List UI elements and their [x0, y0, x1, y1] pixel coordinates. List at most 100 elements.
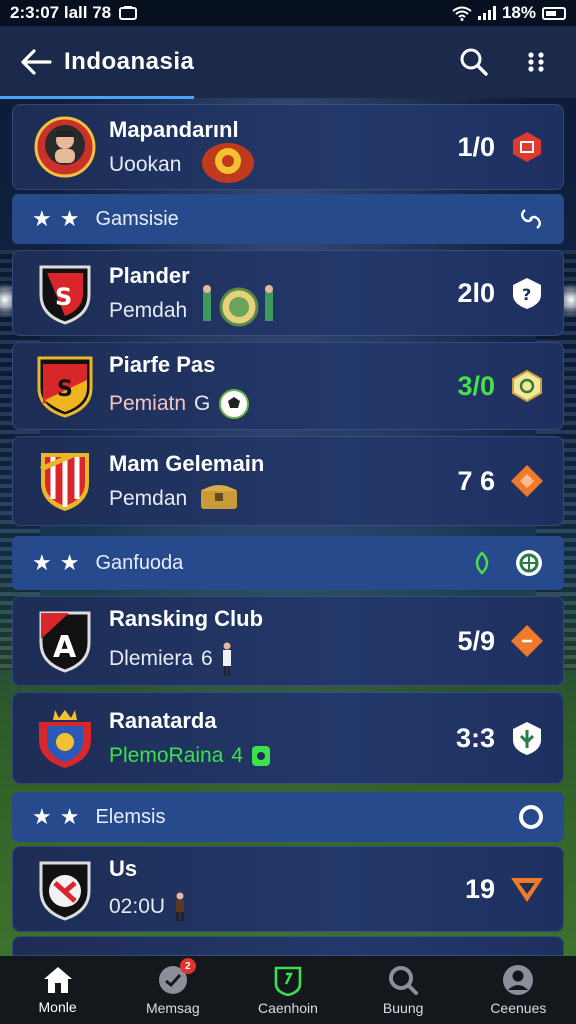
- nav-messages-label: Memsag: [145, 1000, 200, 1016]
- treasure-chest-icon: [201, 485, 237, 509]
- status-badge: [509, 368, 545, 404]
- team-score: 5/9: [457, 625, 495, 656]
- status-bar: 2:3:07 lall 78 18%: [0, 0, 576, 26]
- svg-text:S: S: [55, 283, 72, 311]
- nav-home-label: Monle: [38, 999, 77, 1015]
- team-league: Pemdah: [109, 299, 188, 322]
- svg-text:A: A: [53, 630, 77, 665]
- team-name: Mam Gelemain: [109, 451, 265, 476]
- more-options-button[interactable]: [516, 42, 556, 82]
- shield-icon: [274, 966, 302, 996]
- battery-icon: [542, 6, 566, 20]
- team-league: Pemdan: [109, 487, 188, 510]
- team-league: Uookan: [109, 153, 182, 176]
- team-score: 3/0: [457, 370, 495, 401]
- signal-icon: [477, 6, 496, 20]
- soccer-ball-icon: [219, 389, 250, 419]
- section-label: Elemsis: [95, 805, 166, 828]
- team-row[interactable]: Ranatarda PlemoRaina 4 3:3: [12, 692, 564, 784]
- status-badge: [509, 463, 545, 499]
- profile-icon: [503, 965, 534, 995]
- team-name: Ransking Club: [109, 606, 264, 631]
- team-league: Dlemiera: [109, 647, 194, 670]
- team-score: 7 6: [457, 465, 495, 496]
- team-row[interactable]: Mapandarınl Uookan 1/0: [12, 104, 564, 190]
- team-row[interactable]: A Ransking Club Dlemiera 6 5/9: [12, 596, 564, 686]
- star-icon: ★★: [32, 804, 88, 829]
- players-emblem-icon: [203, 285, 273, 327]
- search-button[interactable]: [454, 42, 494, 82]
- team-crest-icon: [39, 452, 89, 511]
- nav-home[interactable]: Monle: [3, 965, 113, 1015]
- app-header: Indoanasia: [0, 26, 576, 98]
- triangle-down-icon: [511, 878, 543, 902]
- team-league-extra: 6: [201, 647, 213, 670]
- leaf-icon: [475, 551, 489, 575]
- section-header[interactable]: ★★ Ganfuoda: [12, 536, 564, 590]
- wifi-icon: [452, 6, 472, 21]
- nav-matches[interactable]: Caenhoin: [233, 964, 343, 1016]
- team-crest-icon: A: [39, 611, 91, 673]
- team-name: Ranatarda: [109, 708, 217, 733]
- team-crest-icon: S: [39, 265, 91, 325]
- team-league: 02:0U: [109, 895, 166, 918]
- search-icon: [389, 966, 419, 995]
- nav-matches-label: Caenhoin: [258, 1000, 318, 1016]
- nav-profile-label: Ceenues: [490, 1000, 547, 1016]
- hexagon-red-icon: [513, 132, 541, 162]
- nav-messages[interactable]: 2 Memsag: [118, 958, 228, 1016]
- svg-text:S: S: [57, 377, 73, 402]
- link-icon: [521, 209, 541, 229]
- status-badge: [509, 623, 545, 659]
- page-title: Indoanasia: [64, 48, 195, 75]
- camera-icon: [252, 746, 271, 766]
- trophy-emblem-icon: [202, 143, 254, 183]
- floodlight-right: [562, 280, 576, 320]
- circle-icon: [519, 805, 543, 829]
- star-icon: ★★: [32, 206, 88, 231]
- team-crest-icon: [34, 116, 96, 178]
- shield-clover-icon: [513, 722, 541, 755]
- back-button[interactable]: [16, 42, 56, 82]
- team-row[interactable]: S Plander Pemdah 2l0 ?: [12, 250, 564, 336]
- star-icon: ★★: [32, 550, 88, 575]
- team-row-partial[interactable]: [12, 936, 564, 956]
- team-league: PlemoRaina: [109, 744, 224, 767]
- battery-percent: 18%: [501, 3, 536, 22]
- team-name: Piarfe Pas: [109, 352, 216, 377]
- section-header[interactable]: ★★ Gamsisie: [12, 194, 564, 244]
- nav-search[interactable]: Buung: [348, 964, 458, 1016]
- nav-profile[interactable]: Ceenues: [463, 964, 573, 1016]
- team-score: 2l0: [457, 277, 495, 308]
- arrow-left-icon: [21, 49, 52, 75]
- section-header[interactable]: ★★ Elemsis: [12, 792, 564, 842]
- search-icon: [460, 48, 488, 76]
- status-badge: ?: [509, 275, 545, 311]
- notification-badge: 2: [179, 958, 196, 974]
- home-icon: [43, 967, 72, 993]
- status-badge: [509, 720, 545, 756]
- team-row[interactable]: Mam Gelemain Pemdan 7 6: [12, 436, 564, 526]
- team-name: Mapandarınl: [109, 117, 239, 142]
- team-crest-icon: [39, 710, 91, 768]
- team-name: Us: [109, 856, 138, 881]
- team-row[interactable]: S Piarfe Pas Pemiatn G 3/0: [12, 342, 564, 430]
- nav-search-label: Buung: [382, 1000, 424, 1016]
- team-crest-icon: S: [37, 356, 93, 418]
- team-row[interactable]: Us 02:0U 19: [12, 846, 564, 932]
- team-score: 19: [464, 873, 495, 904]
- team-league: Pemiatn: [109, 392, 187, 415]
- active-tab-indicator: [0, 96, 194, 99]
- team-crest-icon: [39, 861, 91, 921]
- globe-icon: [516, 550, 542, 576]
- status-badge: [509, 129, 545, 165]
- section-label: Ganfuoda: [95, 551, 184, 574]
- diamond-orange-icon: [511, 465, 543, 497]
- player-figure-icon: [176, 892, 185, 921]
- team-league-extra: 4: [231, 744, 244, 767]
- bottom-nav: Monle 2 Memsag Caenhoin Buung Ceenues: [0, 956, 576, 1024]
- status-badge: [509, 871, 545, 907]
- status-time: 2:3:07 lall 78: [10, 3, 112, 22]
- team-score: 1/0: [457, 131, 495, 162]
- diamond-orange-icon: [511, 625, 543, 657]
